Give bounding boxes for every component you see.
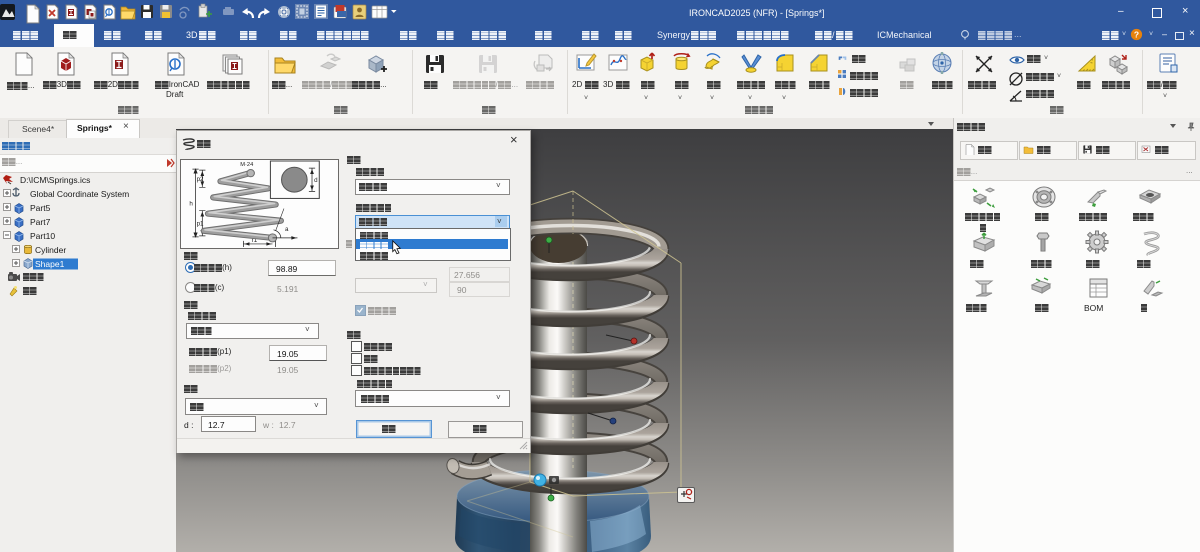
svg-text:Part7: Part7 [30, 217, 51, 227]
svg-text:Part5: Part5 [30, 203, 51, 213]
svg-text:d: d [314, 177, 318, 184]
svg-text:Part10: Part10 [30, 231, 55, 241]
svg-text:Cylinder: Cylinder [35, 245, 66, 255]
svg-text:p2: p2 [197, 176, 205, 183]
svg-text:Global Coordinate System: Global Coordinate System [30, 189, 129, 199]
svg-text:h: h [189, 201, 193, 208]
svg-text:D:\ICM\Springs.ics: D:\ICM\Springs.ics [20, 175, 90, 185]
svg-text:a: a [285, 226, 289, 233]
svg-text:?: ? [1134, 29, 1139, 39]
svg-text:Shape1: Shape1 [35, 259, 65, 269]
svg-text:p1: p1 [197, 221, 205, 228]
svg-text:M·24: M·24 [240, 162, 253, 168]
